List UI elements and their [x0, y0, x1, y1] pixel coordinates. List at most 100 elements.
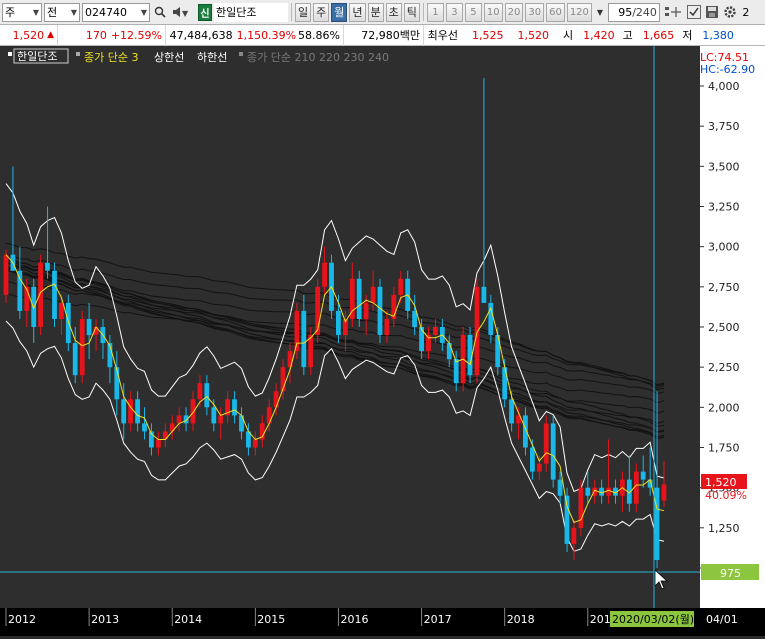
count-total: /240 — [632, 5, 657, 19]
candle-body — [412, 310, 417, 327]
chart-panel[interactable]: 4,000 3,750 3,500 3,250 3,000 2,750 2,500 2,250… — [0, 46, 765, 636]
check-icon[interactable] — [686, 3, 702, 22]
turnover-rate: 58.86% — [298, 28, 340, 42]
interval-5-button[interactable]: 5 — [464, 2, 482, 22]
time-axis-right-label: 04/01 — [706, 613, 738, 626]
chevron-down-icon[interactable]: ▼ — [594, 3, 606, 22]
interval-120-button[interactable]: 120 — [566, 2, 592, 22]
time-tick-label: 2018 — [507, 613, 535, 626]
search-icon[interactable] — [152, 3, 168, 22]
period-year-button[interactable]: 년 — [349, 2, 366, 22]
candle-body — [578, 487, 584, 528]
time-tick-label: 2016 — [341, 613, 369, 626]
market-select[interactable]: 전 ▼ — [44, 2, 80, 22]
current-pct-label: 40.09% — [705, 489, 747, 502]
period-tick-button[interactable]: 틱 — [403, 2, 420, 22]
interval-60-button[interactable]: 60 — [546, 2, 565, 22]
candle-body — [336, 310, 341, 335]
period-type-select[interactable]: 주 ▼ — [2, 2, 42, 22]
stock-code-input[interactable]: 024740 ▼ — [82, 2, 150, 22]
candle-body — [474, 286, 480, 376]
price-tick-label: 4,000 — [708, 80, 740, 93]
gear-icon[interactable] — [722, 3, 738, 22]
candle-body — [453, 359, 459, 384]
legend-upper-label[interactable]: 상한선 — [154, 51, 184, 64]
candle-body — [384, 319, 390, 336]
legend-lower-label[interactable]: 하한선 — [197, 50, 227, 64]
interval-30-button[interactable]: 30 — [525, 2, 545, 22]
crosshair-price-value: 975 — [720, 567, 741, 580]
price-tick-label: 2,000 — [708, 401, 740, 414]
candle-body — [322, 262, 327, 287]
time-tick-label: 2012 — [8, 613, 36, 626]
low-label: 저 — [682, 29, 693, 42]
candle-body — [59, 302, 64, 319]
price-tick-label: 3,750 — [708, 120, 740, 133]
candle-body — [536, 463, 542, 472]
legend-bullet — [239, 52, 243, 56]
price-change-pct: +12.59% — [110, 28, 162, 42]
legend-bullet — [76, 52, 80, 56]
period-type-value: 주 — [5, 6, 16, 19]
period-minute-button[interactable]: 분 — [367, 2, 384, 22]
price-chart[interactable]: 4,000 3,750 3,500 3,250 3,000 2,750 2,500 2,250… — [0, 46, 765, 636]
open-label: 시 — [563, 29, 574, 42]
trade-amount: 72,980백만 — [361, 29, 420, 42]
candle-body — [550, 423, 556, 480]
candle-body — [509, 399, 514, 424]
candle-body — [530, 447, 535, 472]
candle-body — [273, 391, 279, 408]
low-price: 1,380 — [702, 28, 734, 42]
ask-price: 1,525 — [472, 28, 504, 42]
legend-ma-group-label[interactable]: 종가 단순 210 220 230 240 — [247, 51, 389, 64]
candle-body — [377, 286, 383, 335]
candle-body — [72, 343, 78, 376]
quote-amount-cell: 72,980백만 — [344, 24, 424, 46]
candle-body — [232, 399, 237, 416]
candle-body — [128, 399, 133, 424]
stock-code-value: 024740 — [85, 5, 127, 19]
candle-body — [398, 278, 404, 295]
candle-body — [571, 527, 577, 544]
candle-body — [495, 335, 501, 368]
period-month-button[interactable]: 월 — [331, 2, 348, 22]
interval-1-button[interactable]: 1 — [426, 2, 444, 22]
candle-body — [204, 383, 210, 408]
candle-body — [356, 278, 362, 319]
candle-body — [52, 270, 57, 319]
candle-body — [197, 383, 203, 400]
high-label: 고 — [622, 29, 633, 42]
period-week-button[interactable]: 주 — [313, 2, 330, 22]
interval-20-button[interactable]: 20 — [504, 2, 524, 22]
interval-3-button[interactable]: 3 — [445, 2, 463, 22]
candle-body — [370, 286, 376, 303]
crosshair-icon[interactable] — [662, 3, 684, 22]
candle-body — [599, 487, 604, 496]
legend-bullet — [8, 52, 12, 56]
legend-ma-label[interactable]: 종가 단순 3 — [84, 51, 138, 64]
interval-10-button[interactable]: 10 — [483, 2, 503, 22]
quote-change-cell: 170 +12.59% — [58, 24, 166, 46]
candle-body — [211, 407, 217, 424]
candle-body — [218, 415, 224, 424]
save-icon[interactable] — [704, 3, 720, 22]
candle-body — [156, 439, 161, 448]
price-change: 170 — [85, 28, 107, 42]
candle-body — [121, 399, 127, 424]
candle-body — [661, 484, 667, 501]
price-tick-label: 2,500 — [708, 321, 740, 334]
toolbar: 주 ▼ 전 ▼ 024740 ▼ ▼ 신 한일단조 일 주 월 년 분 초 틱 … — [0, 0, 765, 25]
price-tick-label: 3,500 — [708, 160, 740, 173]
candle-body — [585, 487, 591, 496]
candle-body — [142, 423, 147, 432]
candle-body — [301, 310, 307, 368]
candle-body — [308, 335, 314, 368]
open-price: 1,420 — [583, 28, 615, 42]
speaker-icon[interactable]: ▼ — [170, 3, 196, 22]
count-input[interactable]: 95/240 — [607, 2, 660, 22]
period-day-button[interactable]: 일 — [295, 2, 312, 22]
price-tick-label: 1,750 — [708, 442, 740, 455]
candle-body — [557, 479, 563, 496]
price-tick-label: 2,750 — [708, 281, 740, 294]
period-second-button[interactable]: 초 — [385, 2, 402, 22]
